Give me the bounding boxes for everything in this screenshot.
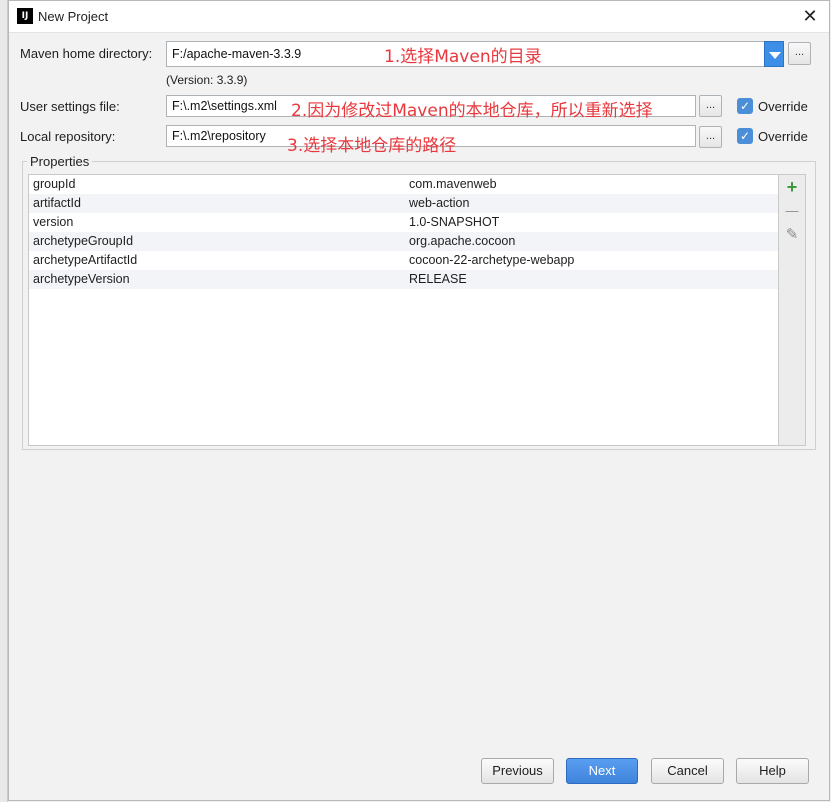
table-row[interactable]: archetypeArtifactId cocoon-22-archetype-… [29,251,778,270]
property-key: archetypeArtifactId [33,253,138,267]
close-icon[interactable]: ✕ [799,5,821,27]
maven-home-browse-button[interactable]: ... [788,42,811,65]
properties-table: groupId com.mavenweb artifactId web-acti… [28,174,779,446]
properties-title: Properties [27,154,93,169]
annotation-user-settings: 2.因为修改过Maven的本地仓库，所以重新选择 [291,101,653,121]
chevron-down-icon [769,52,781,59]
property-value: com.mavenweb [409,177,497,191]
local-repo-override-label: Override [758,129,808,144]
edit-icon[interactable]: ✎ [779,225,805,245]
maven-home-dropdown-button[interactable] [764,41,784,67]
property-key: version [33,215,74,229]
property-key: artifactId [33,196,81,210]
intellij-icon: IJ [17,8,33,24]
property-value: cocoon-22-archetype-webapp [409,253,575,267]
local-repo-browse-button[interactable]: ... [699,126,722,148]
property-key: groupId [33,177,76,191]
help-button[interactable]: Help [736,758,809,784]
user-settings-override-label: Override [758,99,808,114]
maven-version-text: (Version: 3.3.9) [166,73,248,87]
cancel-button[interactable]: Cancel [651,758,724,784]
new-project-dialog: IJ New Project ✕ Maven home directory: F… [8,0,830,801]
properties-toolbar: + — ✎ [779,174,806,446]
maven-home-label: Maven home directory: [20,46,153,61]
background-ide-edge [0,0,8,802]
annotation-maven-home: 1.选择Maven的目录 [384,47,542,67]
property-value: web-action [409,196,470,210]
user-settings-browse-button[interactable]: ... [699,95,722,117]
property-value: org.apache.cocoon [409,234,516,248]
table-row[interactable]: archetypeVersion RELEASE [29,270,778,289]
table-row[interactable]: version 1.0-SNAPSHOT [29,213,778,232]
table-row[interactable]: groupId com.mavenweb [29,175,778,194]
property-value: 1.0-SNAPSHOT [409,215,500,229]
add-icon[interactable]: + [779,177,805,197]
annotation-local-repo: 3.选择本地仓库的路径 [287,136,457,156]
user-settings-override-checkbox[interactable]: ✓ [737,98,753,114]
property-key: archetypeVersion [33,272,130,286]
table-row[interactable]: archetypeGroupId org.apache.cocoon [29,232,778,251]
property-value: RELEASE [409,272,467,286]
previous-button[interactable]: Previous [481,758,554,784]
local-repo-override-checkbox[interactable]: ✓ [737,128,753,144]
table-row[interactable]: artifactId web-action [29,194,778,213]
property-key: archetypeGroupId [33,234,134,248]
local-repo-label: Local repository: [20,129,116,144]
remove-icon[interactable]: — [779,201,805,221]
user-settings-label: User settings file: [20,99,120,114]
window-title: New Project [38,9,109,24]
title-bar: IJ New Project ✕ [9,1,829,33]
next-button[interactable]: Next [566,758,638,784]
